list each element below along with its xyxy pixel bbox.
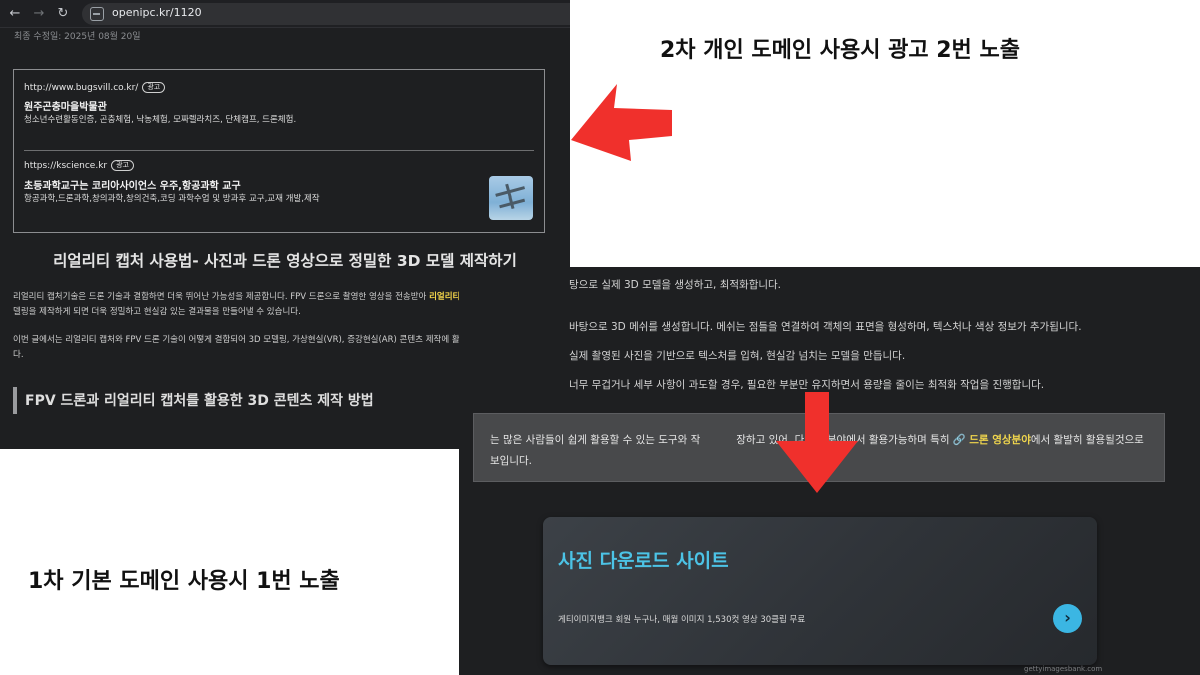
ad-url[interactable]: http://www.bugsvill.co.kr/광고 — [24, 82, 166, 93]
ad-divider — [24, 150, 534, 151]
tip-text-part: 는 많은 사람들이 쉽게 활용할 수 있는 도구와 작 — [490, 434, 701, 446]
address-bar[interactable]: openipc.kr/1120 — [82, 3, 570, 25]
ad-url[interactable]: https://kscience.kr 광고 — [24, 160, 134, 171]
tip-link[interactable]: 드론 영상분야 — [969, 434, 1031, 446]
ad-url-text[interactable]: http://www.bugsvill.co.kr/ — [24, 83, 138, 93]
caption-default-domain: 1차 기본 도메인 사용시 1번 노출 — [28, 569, 340, 594]
caption-personal-domain: 2차 개인 도메인 사용시 광고 2번 노출 — [660, 38, 1020, 63]
airplane-icon — [495, 183, 526, 210]
ad-badge: 광고 — [111, 160, 134, 171]
ad-box: http://www.bugsvill.co.kr/광고 원주곤충마을박물관 청… — [13, 69, 545, 233]
site-info-icon[interactable] — [90, 7, 104, 21]
paragraph-text: 리얼리티 캡처기술은 드론 기술과 결합하면 더욱 뛰어난 가능성을 제공합니다… — [13, 292, 430, 302]
ad-badge: 광고 — [142, 82, 166, 93]
section-accent-bar — [13, 387, 17, 414]
ad-description: 청소년수련활동인증, 곤충체험, 낙농체험, 모짜렐라치즈, 단체캠프, 드론체… — [24, 115, 297, 125]
tip-text: 는 많은 사람들이 쉽게 활용할 수 있는 도구와 작 장하고 있어, 다양한 분… — [490, 430, 1150, 472]
ad-description: 항공과학,드론과학,창의과학,창의건축,코딩 과학수업 및 방과후 교구,교재 … — [24, 194, 320, 204]
ad-title[interactable]: 초등과학교구는 코리아사이언스 우주,항공과학 교구 — [24, 177, 241, 192]
ad-title[interactable]: 원주곤충마을박물관 — [24, 98, 107, 113]
reload-icon[interactable]: ↻ — [54, 5, 72, 23]
composite-canvas: ← → ↻ openipc.kr/1120 최종 수정일: 2025년 08월 … — [0, 0, 1200, 675]
chevron-right-icon[interactable]: › — [1053, 604, 1082, 633]
ad-card[interactable]: 사진 다운로드 사이트 게티이미지뱅크 회원 누구나, 매월 이미지 1,530… — [543, 517, 1097, 665]
ad-card-source: gettyimagesbank.com — [1024, 665, 1103, 673]
body-line: 너무 무겁거나 세부 사항이 과도할 경우, 필요한 부분만 유지하면서 용량을… — [569, 379, 1045, 391]
arrow-left-icon[interactable]: ← — [6, 5, 24, 23]
link-icon: 🔗 — [952, 434, 970, 446]
arrow-right-icon[interactable]: → — [30, 5, 48, 23]
ad-url-text[interactable]: https://kscience.kr — [24, 161, 107, 171]
body-line: 실제 촬영된 사진을 기반으로 텍스처를 입혀, 현실감 넘치는 모델을 만듭니… — [569, 350, 906, 362]
browser-toolbar: ← → ↻ openipc.kr/1120 — [0, 0, 570, 28]
ad-card-description: 게티이미지뱅크 회원 누구나, 매월 이미지 1,530컷 영상 30클립 무료 — [558, 615, 806, 625]
ad-card-title[interactable]: 사진 다운로드 사이트 — [558, 546, 729, 573]
arrow-left-red-icon — [571, 84, 672, 161]
screenshot-default-domain: 탕으로 실제 3D 모델을 생성하고, 최적화합니다. 바탕으로 3D 메쉬를 … — [459, 267, 1200, 675]
ad-thumbnail-image[interactable] — [489, 176, 533, 220]
body-line: 바탕으로 3D 메쉬를 생성합니다. 메쉬는 점들을 연결하여 객체의 표면을 … — [569, 321, 1082, 333]
url-text: openipc.kr/1120 — [112, 6, 202, 19]
tip-box: 는 많은 사람들이 쉽게 활용할 수 있는 도구와 작 장하고 있어, 다양한 분… — [473, 413, 1165, 482]
tip-text-part: 장하고 있어, 다양한 분야에서 활용가능하며 특히 — [736, 434, 953, 446]
updated-date: 최종 수정일: 2025년 08월 20일 — [14, 32, 141, 42]
body-line: 탕으로 실제 3D 모델을 생성하고, 최적화합니다. — [569, 279, 782, 291]
section-heading: FPV 드론과 리얼리티 캡처를 활용한 3D 콘텐츠 제작 방법 — [25, 393, 374, 409]
